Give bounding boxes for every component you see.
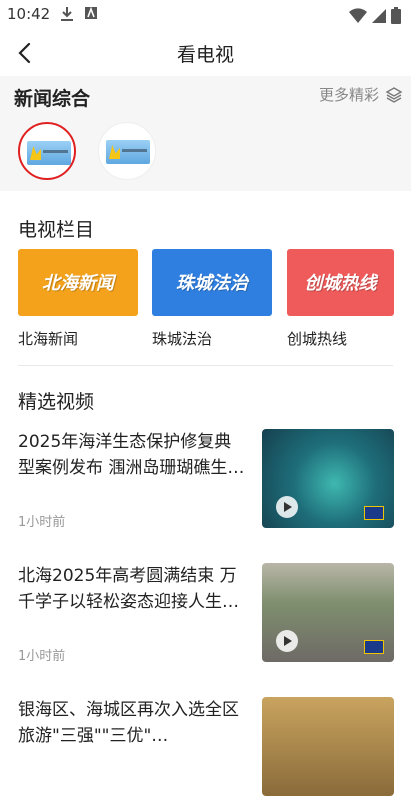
- program-thumbnail: 北海新闻: [18, 249, 138, 316]
- video-thumbnail: [262, 697, 394, 796]
- more-button[interactable]: 更多精彩: [319, 84, 403, 105]
- video-item[interactable]: 2025年海洋生态保护修复典型案例发布 涠洲岛珊瑚礁生… 1小时前: [18, 429, 394, 530]
- program-label: 北海新闻: [18, 330, 79, 348]
- wifi-icon: [349, 7, 367, 23]
- video-title: 银海区、海城区再次入选全区旅游"三强""三优"…: [18, 700, 239, 746]
- status-time: 10:42: [7, 5, 51, 23]
- divider: [18, 365, 393, 366]
- signal-icon: [372, 8, 386, 23]
- video-time: 1小时前: [18, 515, 66, 530]
- app-icon: [85, 6, 97, 19]
- status-bar: 10:42: [0, 0, 411, 30]
- play-icon: [276, 630, 298, 652]
- section-title-tv: 电视栏目: [18, 219, 95, 241]
- video-thumbnail: [262, 429, 394, 528]
- channel-badge-icon: [364, 640, 384, 654]
- program-card[interactable]: 北海新闻 北海新闻: [18, 249, 138, 349]
- page-title: 看电视: [176, 44, 234, 66]
- download-icon: [61, 7, 73, 21]
- battery-icon: [391, 7, 401, 24]
- section-title-news: 新闻综合: [14, 88, 91, 110]
- channel-logo-image: [106, 140, 150, 164]
- program-thumbnail: 珠城法治: [152, 249, 272, 316]
- program-label: 创城热线: [287, 330, 348, 348]
- video-thumbnail: [262, 563, 394, 662]
- section-title-featured: 精选视频: [18, 391, 95, 413]
- video-title: 2025年海洋生态保护修复典型案例发布 涠洲岛珊瑚礁生…: [18, 432, 245, 478]
- program-card[interactable]: 珠城法治 珠城法治: [152, 249, 272, 349]
- play-icon: [276, 496, 298, 518]
- layers-icon: [385, 86, 403, 103]
- more-label: 更多精彩: [318, 86, 379, 104]
- program-card[interactable]: 创城热线 创城热线: [287, 249, 407, 349]
- channel-logo-2[interactable]: [98, 122, 156, 180]
- program-label: 珠城法治: [152, 330, 213, 348]
- video-time: 1小时前: [18, 649, 66, 664]
- channel-logo-1[interactable]: [18, 122, 76, 180]
- channel-logo-image: [27, 141, 71, 165]
- video-item[interactable]: 银海区、海城区再次入选全区旅游"三强""三优"…: [18, 697, 394, 796]
- channel-badge-icon: [364, 506, 384, 520]
- program-thumbnail: 创城热线: [287, 249, 394, 316]
- video-title: 北海2025年高考圆满结束 万千学子以轻松姿态迎接人生…: [18, 566, 239, 612]
- live-channels-panel: 新闻综合 更多精彩: [0, 76, 411, 191]
- nav-bar: 看电视: [0, 30, 411, 76]
- video-item[interactable]: 北海2025年高考圆满结束 万千学子以轻松姿态迎接人生… 1小时前: [18, 563, 394, 664]
